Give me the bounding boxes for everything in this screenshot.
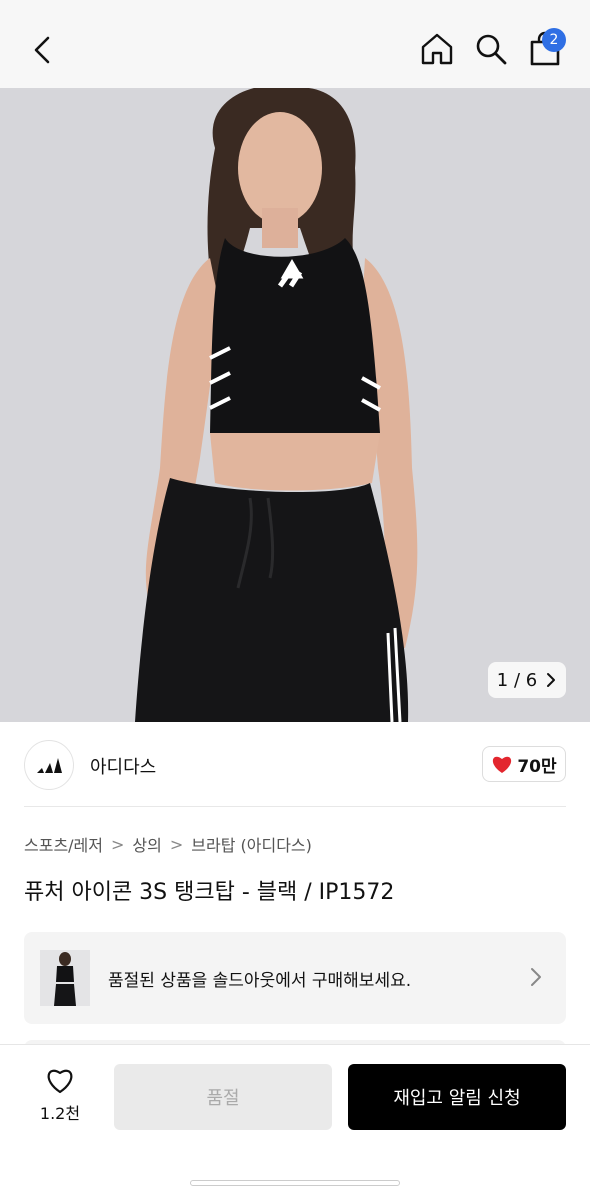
breadcrumb-item-bratop[interactable]: 브라탑 (아디다스)	[191, 832, 312, 856]
chevron-left-icon	[34, 36, 50, 64]
soldout-thumbnail	[40, 950, 90, 1006]
product-title: 퓨처 아이콘 3S 탱크탑 - 블랙 / IP1572	[24, 880, 395, 905]
breadcrumb: 스포츠/레저 > 상의 > 브라탑 (아디다스)	[24, 832, 312, 856]
product-image-gallery[interactable]	[0, 88, 590, 722]
chevron-right-icon	[531, 968, 541, 986]
brand-name[interactable]: 아디다스	[90, 753, 156, 779]
chevron-right-icon	[547, 673, 556, 687]
home-button[interactable]	[418, 30, 456, 68]
home-indicator	[190, 1180, 400, 1186]
heart-filled-icon	[493, 756, 512, 773]
brand-row: 아디다스 70만	[24, 740, 566, 790]
gallery-page-counter[interactable]: 1 / 6	[488, 662, 566, 698]
gallery-counter-text: 1 / 6	[496, 669, 538, 691]
soldout-promo-card[interactable]: 품절된 상품을 솔드아웃에서 구매해보세요.	[24, 932, 566, 1024]
cart-count-badge: 2	[542, 28, 566, 52]
wishlist-button[interactable]: 1.2천	[24, 1066, 96, 1130]
product-photo	[0, 88, 590, 722]
home-icon	[421, 33, 453, 65]
soldout-notice-text: 품절된 상품을 솔드아웃에서 구매해보세요.	[108, 971, 412, 991]
top-navigation-bar: 2	[0, 0, 590, 88]
soldout-button: 품절	[114, 1064, 332, 1130]
heart-outline-icon	[47, 1069, 73, 1094]
wishlist-count: 1.2천	[39, 1104, 81, 1123]
brand-like-count: 70만	[517, 756, 557, 777]
search-button[interactable]	[472, 30, 510, 68]
restock-alert-button[interactable]: 재입고 알림 신청	[348, 1064, 566, 1130]
breadcrumb-item-tops[interactable]: 상의	[132, 832, 161, 856]
search-icon	[476, 34, 507, 65]
back-button[interactable]	[24, 30, 64, 70]
breadcrumb-separator: >	[111, 834, 125, 854]
breadcrumb-item-sports[interactable]: 스포츠/레저	[24, 832, 103, 856]
brand-like-button[interactable]: 70만	[482, 746, 566, 782]
brand-logo[interactable]	[24, 740, 74, 790]
breadcrumb-separator: >	[169, 834, 184, 854]
section-divider	[24, 806, 566, 807]
adidas-logo-icon	[37, 758, 62, 773]
